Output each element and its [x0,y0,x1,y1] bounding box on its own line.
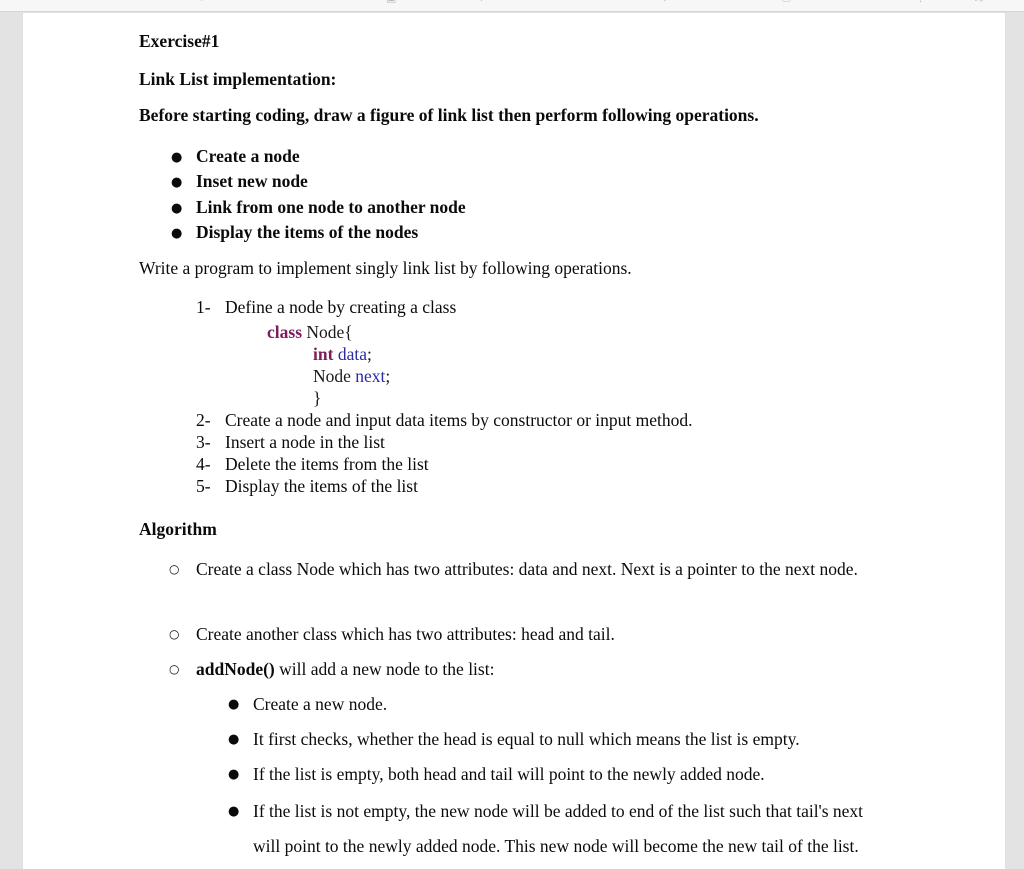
bullet-icon: ● [171,150,183,165]
algorithm-item-addnode: ○ addNode() will add a new node to the l… [169,654,929,684]
step-text: Delete the items from the list [225,454,429,474]
step-text: Insert a node in the list [225,432,385,452]
circle-bullet-icon: ○ [169,662,180,676]
step-number: 4- [196,454,211,474]
addnode-label: addNode() [196,659,275,679]
download-icon[interactable]: ⇩ [660,0,669,10]
intro-heading: Before starting coding, draw a figure of… [139,105,759,125]
algorithm-heading: Algorithm [139,519,217,539]
sub-list-item: ● Create a new node. [228,689,928,719]
bullet-icon: ● [228,767,240,782]
sub-list-text: If the list is empty, both head and tail… [253,764,765,784]
sub-list-item: ● If the list is not empty, the new node… [228,794,893,864]
code-keyword-int: int [313,344,334,364]
code-line-int-data: int data; [313,343,372,365]
bullet-icon: ● [228,804,240,819]
addnode-description: will add a new node to the list: [274,659,495,679]
sub-list-item: ● It first checks, whether the head is e… [228,724,928,754]
code-keyword-class: class [267,322,302,342]
zoom-in-icon[interactable]: + [477,0,486,10]
operation-label: Inset new node [196,171,308,191]
list-item: ● Link from one node to another node [171,197,771,218]
list-item: ● Display the items of the nodes [171,222,771,243]
step-number: 3- [196,432,211,452]
list-item: ● Create a node [171,146,771,167]
step-number: 1- [196,297,211,317]
numbered-item: 1- Define a node by creating a class [196,297,816,318]
list-item: ● Inset new node [171,171,771,192]
code-semicolon: ; [366,344,372,364]
more-icon[interactable]: ⋮ [915,0,926,10]
bullet-icon: ● [171,201,183,216]
code-semicolon: ; [385,366,391,386]
viewer-toolbar[interactable]: ↻ ✕ ▣ + ⇩ ⎙ ⋮ ⛶ [0,0,1024,12]
step-number: 5- [196,476,211,496]
print-icon[interactable]: ⎙ [782,0,791,10]
step-text: Create a node and input data items by co… [225,410,693,430]
code-identifier-data: data [337,344,367,364]
rotate-icon[interactable]: ↻ [197,0,206,10]
exercise-heading: Exercise#1 [139,31,220,51]
code-line-node-next: Node next; [313,365,390,387]
algorithm-item-text: Create another class which has two attri… [196,624,615,644]
numbered-item: 2- Create a node and input data items by… [196,410,916,431]
operation-label: Display the items of the nodes [196,222,419,242]
numbered-item: 5- Display the items of the list [196,476,916,497]
sub-list-item: ● If the list is empty, both head and ta… [228,759,928,789]
numbered-item: 3- Insert a node in the list [196,432,916,453]
code-line-close-brace: } [313,388,322,408]
zoom-out-icon[interactable]: ✕ [300,0,309,10]
bullet-icon: ● [228,732,240,747]
bullet-icon: ● [171,175,183,190]
algorithm-item: ○ Create another class which has two att… [169,619,929,649]
step-text: Define a node by creating a class [225,297,457,317]
bullet-icon: ● [228,697,240,712]
circle-bullet-icon: ○ [169,627,180,641]
code-line-class: class Node{ [267,321,353,343]
code-class-decl: Node{ [302,322,353,342]
sub-list-text: Create a new node. [253,694,388,714]
write-program-line: Write a program to implement singly link… [139,258,632,278]
operation-label: Link from one node to another node [196,197,466,217]
sub-list-text: It first checks, whether the head is equ… [253,729,800,749]
numbered-item: 4- Delete the items from the list [196,454,916,475]
algorithm-item-text: Create a class Node which has two attrib… [196,559,858,579]
operation-label: Create a node [196,146,300,166]
step-text: Display the items of the list [225,476,418,496]
code-type-node: Node [313,366,356,386]
algorithm-item: ○ Create a class Node which has two attr… [169,554,929,584]
sub-list-text: If the list is not empty, the new node w… [253,801,864,856]
addnode-line: addNode() will add a new node to the lis… [196,654,929,684]
fullscreen-icon[interactable]: ⛶ [975,0,983,10]
page-fit-icon[interactable]: ▣ [386,0,396,10]
step-number: 2- [196,410,211,430]
bullet-icon: ● [171,226,183,241]
toolbar-icon-group: ↻ ✕ ▣ + ⇩ ⎙ ⋮ ⛶ [0,0,1024,10]
code-identifier-next: next [355,366,386,386]
circle-bullet-icon: ○ [169,562,180,576]
document-page: Exercise#1 Link List implementation: Bef… [22,12,1006,869]
pdf-viewer: ↻ ✕ ▣ + ⇩ ⎙ ⋮ ⛶ Exercise#1 Link List imp… [0,0,1024,869]
title-heading: Link List implementation: [139,69,337,89]
